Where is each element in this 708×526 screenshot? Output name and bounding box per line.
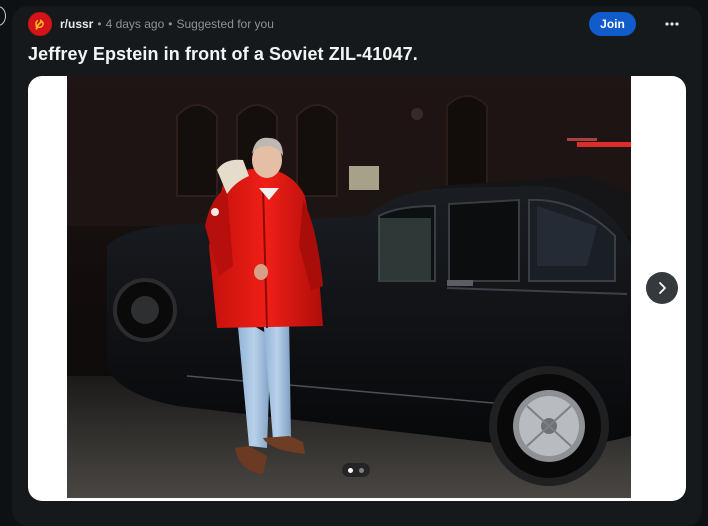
pagination-dot[interactable] [359,467,364,473]
post-header: r/ussr • 4 days ago • Suggested for you … [28,12,688,36]
photo-illustration [67,76,631,498]
meta-separator: • [97,17,102,31]
more-horizontal-icon [665,22,679,26]
chevron-right-icon [659,282,666,294]
join-button[interactable]: Join [589,12,636,36]
post-timestamp: 4 days ago [105,17,165,31]
community-avatar[interactable] [28,12,52,36]
more-options-button[interactable] [660,12,684,36]
gallery-pagination [342,463,370,477]
next-image-button[interactable] [646,272,678,304]
suggestion-label: Suggested for you [176,17,274,31]
meta-separator: • [168,17,173,31]
pagination-dot-active[interactable] [348,467,353,473]
edge-avatar-fragment [0,6,6,26]
community-name-link[interactable]: r/ussr [60,17,93,31]
post-title[interactable]: Jeffrey Epstein in front of a Soviet ZIL… [28,44,418,65]
media-gallery[interactable] [28,76,686,501]
post-image[interactable] [67,76,631,498]
hammer-and-sickle-icon [32,16,48,32]
